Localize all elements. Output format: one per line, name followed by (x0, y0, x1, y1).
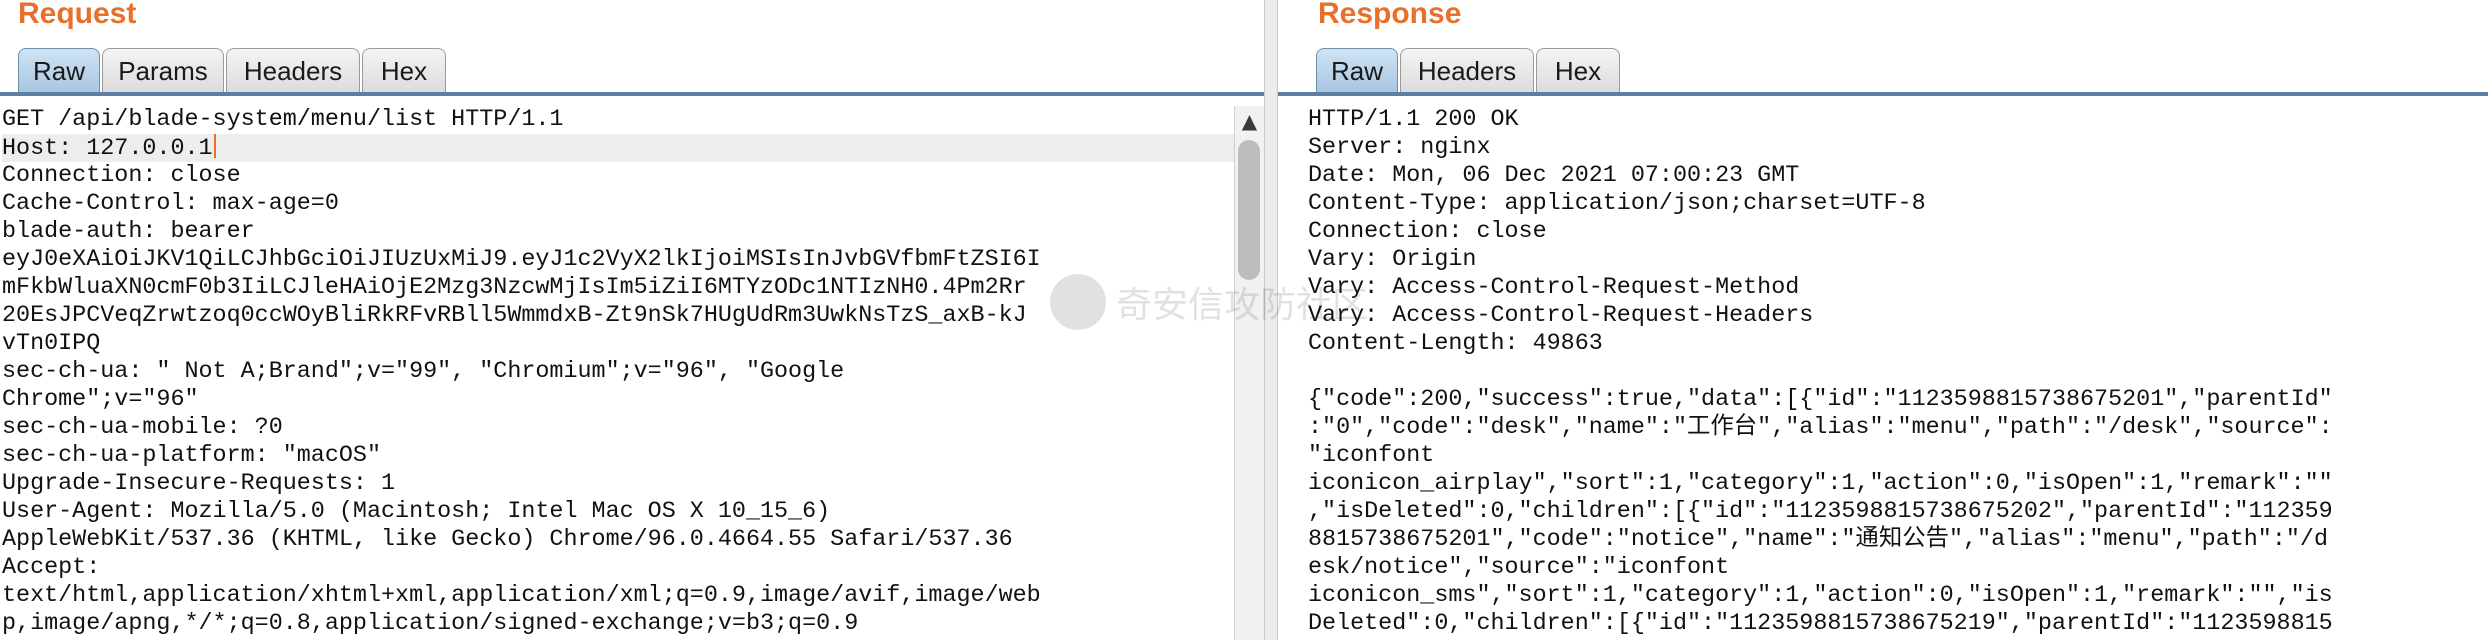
response-line[interactable]: iconicon_sms","sort":1,"category":1,"act… (1308, 582, 2488, 610)
request-line[interactable]: eyJ0eXAiOiJKV1QiLCJhbGciOiJIUzUxMiJ9.eyJ… (2, 246, 1234, 274)
request-title: Request (18, 0, 137, 30)
response-tab-hex[interactable]: Hex (1536, 48, 1620, 92)
response-editor[interactable]: HTTP/1.1 200 OK Server: nginx Date: Mon, 0… (1278, 106, 2488, 640)
request-tab-raw[interactable]: Raw (18, 48, 100, 92)
pane-divider[interactable] (1264, 0, 1278, 640)
request-line[interactable]: Chrome";v="96" (2, 386, 1234, 414)
response-tab-headers[interactable]: Headers (1400, 48, 1534, 92)
request-line[interactable]: sec-ch-ua: " Not A;Brand";v="99", "Chrom… (2, 358, 1234, 386)
request-line[interactable]: mFkbWluaXN0cmF0b3IiLCJleHAiOjE2Mzg3NzcwM… (2, 274, 1234, 302)
response-pane: Response Raw Headers Hex HTTP/1.1 200 OK Se… (1278, 0, 2488, 640)
response-line[interactable]: 8815738675201","code":"notice","name":"通… (1308, 526, 2488, 554)
response-line[interactable]: Vary: Access-Control-Request-Method (1308, 274, 2488, 302)
response-line[interactable]: Vary: Access-Control-Request-Headers (1308, 302, 2488, 330)
scroll-up-arrow-icon[interactable]: ▲ (1235, 106, 1264, 136)
response-line[interactable] (1308, 358, 2488, 386)
response-tabbar: Raw Headers Hex (1278, 48, 2488, 96)
response-line[interactable]: Vary: Origin (1308, 246, 2488, 274)
request-line[interactable]: GET /api/blade-system/menu/list HTTP/1.1 (2, 106, 1234, 134)
response-line[interactable]: HTTP/1.1 200 OK (1308, 106, 2488, 134)
request-text[interactable]: GET /api/blade-system/menu/list HTTP/1.1… (0, 106, 1234, 638)
request-scrollbar[interactable]: ▲ (1234, 106, 1264, 640)
response-line[interactable]: :"0","code":"desk","name":"工作台","alias":… (1308, 414, 2488, 442)
request-line[interactable]: p,image/apng,*/*;q=0.8,application/signe… (2, 610, 1234, 638)
request-tabbar: Raw Params Headers Hex (0, 48, 1264, 96)
request-editor[interactable]: GET /api/blade-system/menu/list HTTP/1.1… (0, 106, 1234, 640)
response-line[interactable]: Date: Mon, 06 Dec 2021 07:00:23 GMT (1308, 162, 2488, 190)
request-line[interactable]: text/html,application/xhtml+xml,applicat… (2, 582, 1234, 610)
response-line[interactable]: {"code":200,"success":true,"data":[{"id"… (1308, 386, 2488, 414)
request-line[interactable]: sec-ch-ua-platform: "macOS" (2, 442, 1234, 470)
request-line[interactable]: AppleWebKit/537.36 (KHTML, like Gecko) C… (2, 526, 1234, 554)
response-line[interactable]: Server: nginx (1308, 134, 2488, 162)
response-line[interactable]: Content-Type: application/json;charset=U… (1308, 190, 2488, 218)
request-line[interactable]: 20EsJPCVeqZrwtzoq0ccWOyBliRkRFvRBll5Wmmd… (2, 302, 1234, 330)
request-line[interactable]: Connection: close (2, 162, 1234, 190)
scroll-thumb[interactable] (1238, 140, 1260, 280)
response-line[interactable]: Connection: close (1308, 218, 2488, 246)
request-pane: Request Raw Params Headers Hex GET /api/bla… (0, 0, 1264, 640)
response-line[interactable]: Deleted":0,"children":[{"id":"1123598815… (1308, 610, 2488, 638)
request-line[interactable]: sec-ch-ua-mobile: ?0 (2, 414, 1234, 442)
response-text[interactable]: HTTP/1.1 200 OK Server: nginx Date: Mon, 0… (1278, 106, 2488, 638)
request-line[interactable]: Upgrade-Insecure-Requests: 1 (2, 470, 1234, 498)
response-line[interactable]: iconicon_airplay","sort":1,"category":1,… (1308, 470, 2488, 498)
response-line[interactable]: "iconfont (1308, 442, 2488, 470)
request-line[interactable]: Host: 127.0.0.1 (2, 134, 1234, 162)
response-line[interactable]: esk/notice","source":"iconfont (1308, 554, 2488, 582)
request-line[interactable]: Cache-Control: max-age=0 (2, 190, 1234, 218)
request-line[interactable]: vTn0IPQ (2, 330, 1234, 358)
response-tab-raw[interactable]: Raw (1316, 48, 1398, 92)
response-title: Response (1318, 0, 1462, 30)
request-line[interactable]: User-Agent: Mozilla/5.0 (Macintosh; Inte… (2, 498, 1234, 526)
request-tab-params[interactable]: Params (102, 48, 224, 92)
request-tab-hex[interactable]: Hex (362, 48, 446, 92)
response-line[interactable]: Content-Length: 49863 (1308, 330, 2488, 358)
request-tab-headers[interactable]: Headers (226, 48, 360, 92)
text-caret (213, 134, 216, 158)
response-line[interactable]: ,"isDeleted":0,"children":[{"id":"112359… (1308, 498, 2488, 526)
request-line[interactable]: Accept: (2, 554, 1234, 582)
request-line[interactable]: blade-auth: bearer (2, 218, 1234, 246)
